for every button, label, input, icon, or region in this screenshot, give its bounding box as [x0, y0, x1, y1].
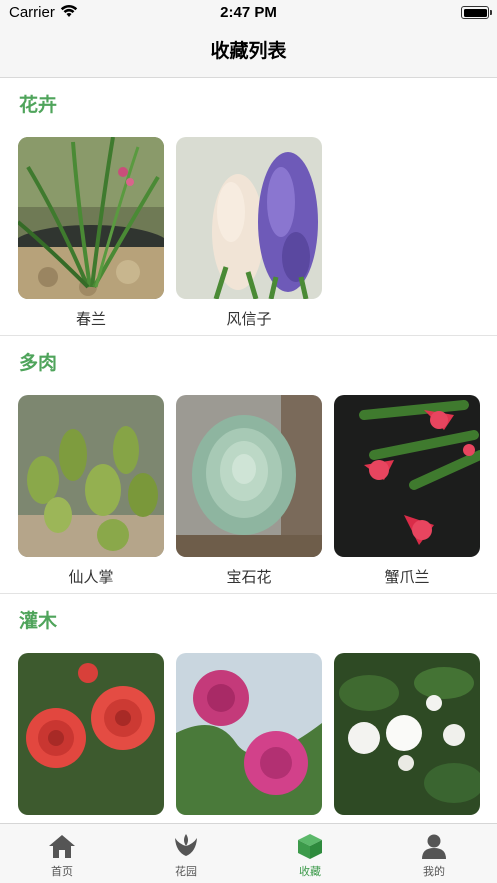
plant-card-rose[interactable]: [18, 653, 164, 823]
battery-icon: [461, 6, 492, 19]
cube-icon: [298, 834, 322, 859]
tab-label: 收藏: [299, 865, 321, 878]
plant-photo: [18, 395, 164, 557]
tab-label: 首页: [51, 865, 73, 878]
tab-label: 我的: [423, 865, 445, 878]
item-grid: [18, 653, 480, 823]
item-grid: 仙人掌 宝石花 蟹爪兰: [18, 395, 480, 587]
plant-card-rosa[interactable]: [176, 653, 322, 823]
plant-card-jasmine[interactable]: [334, 653, 480, 823]
plant-card-xiezhualan[interactable]: 蟹爪兰: [334, 395, 480, 587]
plant-card-xianrenzhang[interactable]: 仙人掌: [18, 395, 164, 587]
section-title: 多肉: [19, 352, 58, 374]
tab-garden[interactable]: 花园: [124, 824, 248, 883]
section-title: 灌木: [19, 610, 58, 632]
plant-name: 宝石花: [226, 568, 272, 586]
plant-photo: [18, 137, 164, 299]
plant-card-chunlan[interactable]: 春兰: [18, 137, 164, 329]
plant-name: 风信子: [226, 310, 272, 328]
plant-photo: [18, 653, 164, 815]
tab-profile[interactable]: 我的: [372, 824, 496, 883]
person-icon: [422, 834, 446, 859]
plant-photo: [176, 395, 322, 557]
plant-photo: [334, 653, 480, 815]
navigation-bar: 收藏列表: [0, 26, 497, 78]
favorites-list[interactable]: 花卉 春兰 风信子 多肉 仙人掌 宝石花 蟹爪兰 灌木: [0, 78, 497, 823]
plant-name: 仙人掌: [68, 568, 114, 586]
plant-icon: [175, 834, 197, 856]
status-bar: Carrier 2:47 PM: [0, 0, 497, 26]
section-shrubs: 灌木: [0, 594, 497, 823]
section-flowers: 花卉 春兰 风信子: [0, 78, 497, 336]
plant-card-baoshihua[interactable]: 宝石花: [176, 395, 322, 587]
home-icon: [49, 835, 75, 858]
plant-name: 春兰: [75, 310, 106, 328]
plant-photo: [334, 395, 480, 557]
tab-favorites[interactable]: 收藏: [248, 824, 372, 883]
plant-card-fengxinzi[interactable]: 风信子: [176, 137, 322, 329]
page-title: 收藏列表: [210, 40, 287, 62]
plant-name: 蟹爪兰: [384, 568, 430, 586]
tab-home[interactable]: 首页: [0, 824, 124, 883]
status-time: 2:47 PM: [220, 4, 277, 21]
item-grid: 春兰 风信子: [18, 137, 322, 329]
tab-label: 花园: [175, 865, 197, 878]
section-succulents: 多肉 仙人掌 宝石花 蟹爪兰: [0, 336, 497, 594]
plant-photo: [176, 137, 322, 299]
plant-photo: [176, 653, 322, 815]
tab-bar: 首页 花园 收藏 我的: [0, 823, 497, 883]
section-title: 花卉: [19, 94, 58, 116]
